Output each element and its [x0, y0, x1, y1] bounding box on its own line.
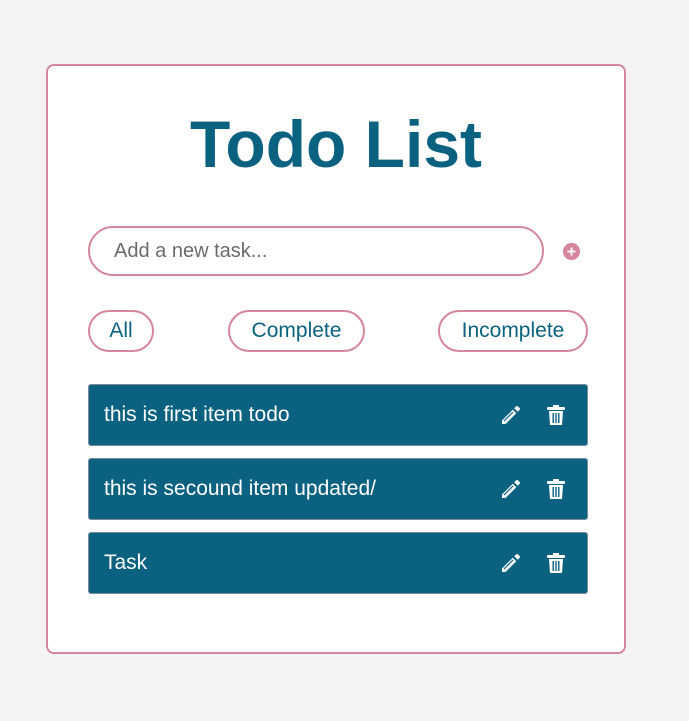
todo-item-text: Task — [104, 551, 148, 574]
page-title: Todo List — [189, 107, 483, 181]
trash-icon — [547, 553, 565, 573]
plus-circle-icon — [563, 243, 580, 260]
todo-item-text: this is secound item updated/ — [104, 477, 376, 500]
pencil-icon — [502, 554, 520, 572]
trash-icon — [547, 479, 565, 499]
filter-incomplete-button[interactable]: Incomplete — [438, 310, 588, 352]
todo-item-text: this is first item todo — [104, 403, 290, 426]
todo-item: this is first item todo — [88, 384, 588, 446]
delete-button[interactable] — [544, 551, 568, 575]
edit-button[interactable] — [499, 403, 523, 427]
filter-complete-button[interactable]: Complete — [228, 310, 365, 352]
todo-card: Todo List All Complete Incomplete this i… — [46, 64, 626, 654]
edit-button[interactable] — [499, 477, 523, 501]
delete-button[interactable] — [544, 477, 568, 501]
todo-item: this is secound item updated/ — [88, 458, 588, 520]
pencil-icon — [502, 480, 520, 498]
trash-icon — [547, 405, 565, 425]
new-task-input[interactable] — [88, 226, 544, 276]
todo-item: Task — [88, 532, 588, 594]
delete-button[interactable] — [544, 403, 568, 427]
edit-button[interactable] — [499, 551, 523, 575]
add-task-button[interactable] — [563, 243, 580, 260]
filter-all-button[interactable]: All — [88, 310, 154, 352]
pencil-icon — [502, 406, 520, 424]
